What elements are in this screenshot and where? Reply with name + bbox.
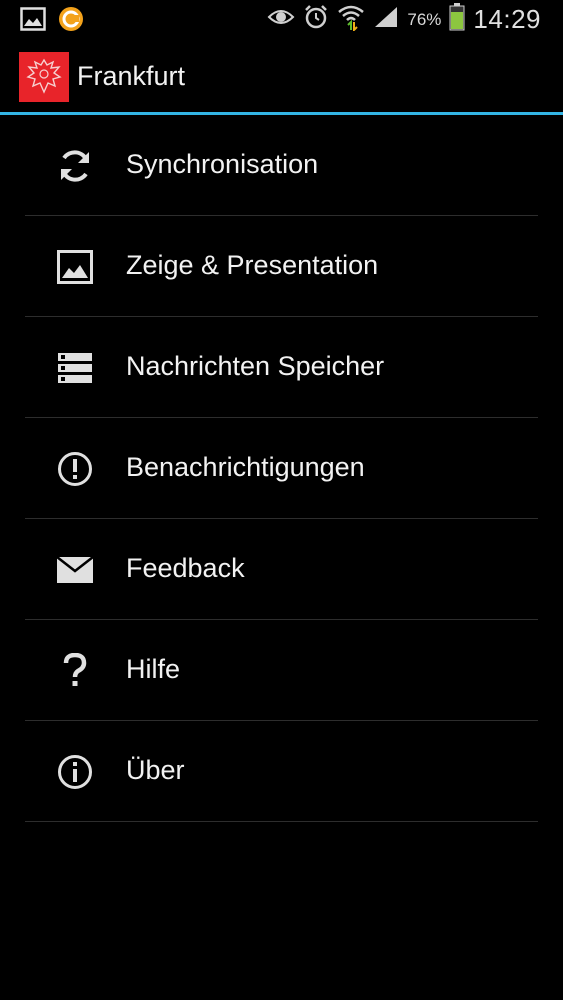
frankfurt-eagle-logo[interactable] xyxy=(19,52,69,102)
menu-item-zeige-presentation[interactable]: Zeige & Presentation xyxy=(0,216,563,317)
battery-icon xyxy=(449,3,465,36)
menu-item-label: Nachrichten Speicher xyxy=(126,351,385,381)
status-bar: 76% 14:29 xyxy=(0,0,563,39)
action-bar: Frankfurt xyxy=(0,39,563,115)
image-icon xyxy=(55,249,95,285)
alarm-icon xyxy=(303,4,329,35)
mail-icon xyxy=(55,552,95,588)
menu-item-hilfe[interactable]: Hilfe xyxy=(0,620,563,721)
menu-item-label: Zeige & Presentation xyxy=(126,250,379,280)
storage-icon xyxy=(55,350,95,386)
menu-item-label: Feedback xyxy=(126,553,245,583)
menu-item-synchronisation[interactable]: Synchronisation xyxy=(0,115,563,216)
menu-item-feedback[interactable]: Feedback xyxy=(0,519,563,620)
eye-icon xyxy=(267,7,295,32)
menu-item-label: Synchronisation xyxy=(126,149,319,179)
wifi-icon xyxy=(337,3,365,36)
info-icon xyxy=(55,754,95,790)
menu-item-label: Über xyxy=(126,755,185,785)
menu-item-ueber[interactable]: Über xyxy=(0,721,563,822)
orange-circle-icon xyxy=(58,6,84,37)
menu-item-label: Benachrichtigungen xyxy=(126,452,365,482)
menu-item-label: Hilfe xyxy=(126,654,181,684)
help-icon xyxy=(55,653,95,689)
battery-percent: 76% xyxy=(407,9,442,29)
alert-icon xyxy=(55,451,95,487)
app-title: Frankfurt xyxy=(77,61,186,91)
clock: 14:29 xyxy=(473,4,541,34)
divider xyxy=(25,821,538,822)
menu-item-nachrichten-speicher[interactable]: Nachrichten Speicher xyxy=(0,317,563,418)
signal-icon xyxy=(373,5,399,34)
sync-icon xyxy=(55,148,95,184)
menu-item-benachrichtigungen[interactable]: Benachrichtigungen xyxy=(0,418,563,519)
settings-menu: Synchronisation Zeige & Presentation Nac… xyxy=(0,115,563,822)
gallery-icon xyxy=(20,7,46,36)
